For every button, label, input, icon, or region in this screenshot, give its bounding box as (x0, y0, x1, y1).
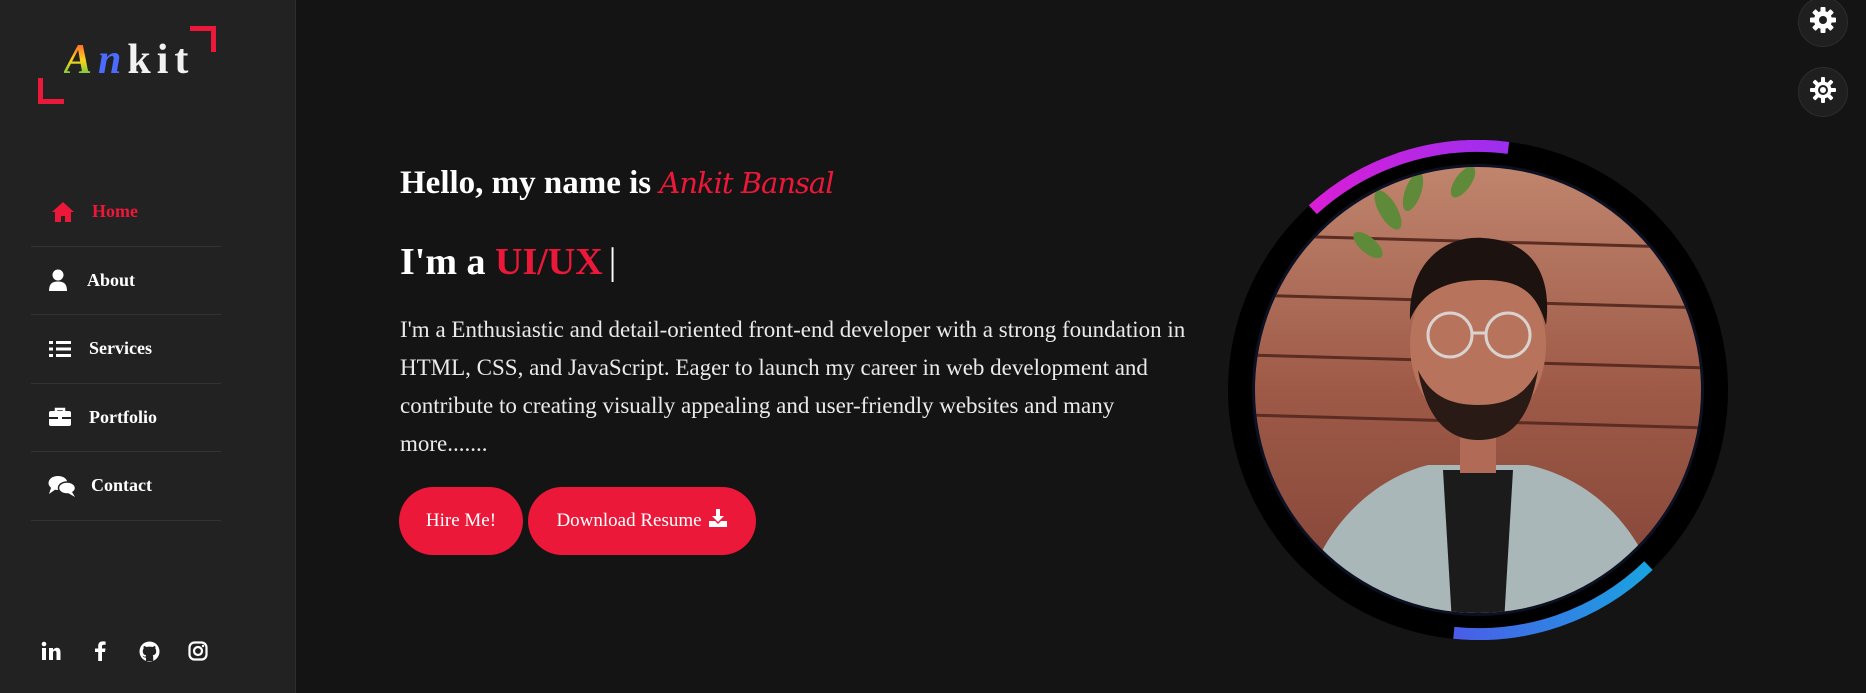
greeting: Hello, my name is Ankit Bansal (400, 165, 834, 202)
logo-letter-n: n (98, 37, 128, 83)
facebook-icon[interactable] (89, 640, 111, 662)
social-links (40, 640, 209, 662)
nav-item-contact[interactable]: Contact (31, 452, 221, 521)
list-icon (45, 337, 75, 361)
role-typed-text: UI/UX (495, 241, 603, 283)
typing-cursor: | (608, 241, 617, 283)
owner-name: Ankit Bansal (659, 166, 834, 200)
instagram-icon[interactable] (187, 640, 209, 662)
briefcase-icon (45, 405, 75, 429)
download-icon (708, 508, 728, 534)
bio-paragraph: I'm a Enthusiastic and detail-oriented f… (400, 317, 1186, 456)
role-prefix: I'm a (400, 241, 495, 283)
nav-item-services[interactable]: Services (31, 315, 221, 384)
nav-item-portfolio[interactable]: Portfolio (31, 384, 221, 452)
github-icon[interactable] (138, 640, 160, 662)
logo-letter-a: A (64, 37, 99, 83)
profile-photo (1228, 140, 1728, 640)
nav-label-about: About (87, 269, 136, 290)
sun-icon (1809, 76, 1837, 109)
logo[interactable]: Ankit (38, 26, 216, 104)
main-nav: Home About Services Portfolio Contact (31, 178, 221, 521)
settings-gear-button[interactable] (1798, 0, 1848, 47)
greeting-prefix: Hello, my name is (400, 165, 660, 201)
nav-label-services: Services (89, 338, 152, 359)
download-resume-button[interactable]: Download Resume (528, 487, 756, 555)
logo-text: Ankit (64, 36, 194, 84)
hire-me-label: Hire Me! (425, 510, 497, 531)
nav-label-home: Home (92, 201, 138, 222)
role-heading: I'm a UI/UX | (400, 240, 616, 284)
home-icon (48, 200, 78, 224)
gear-icon (1809, 6, 1837, 39)
logo-corner-bottom-left (38, 78, 64, 104)
nav-label-contact: Contact (91, 475, 152, 496)
profile-photo-frame (1228, 140, 1728, 640)
sidebar: Ankit Home About Services Portfolio Cont… (0, 0, 296, 693)
linkedin-icon[interactable] (40, 640, 62, 662)
nav-item-about[interactable]: About (31, 247, 221, 315)
hire-me-button[interactable]: Hire Me! (399, 487, 523, 555)
download-resume-label: Download Resume (556, 510, 702, 531)
nav-item-home[interactable]: Home (31, 178, 221, 247)
comments-icon (47, 474, 77, 498)
logo-letters-kit: kit (127, 37, 195, 83)
user-icon (43, 268, 73, 292)
theme-toggle-button[interactable] (1798, 67, 1848, 117)
nav-label-portfolio: Portfolio (89, 406, 157, 427)
